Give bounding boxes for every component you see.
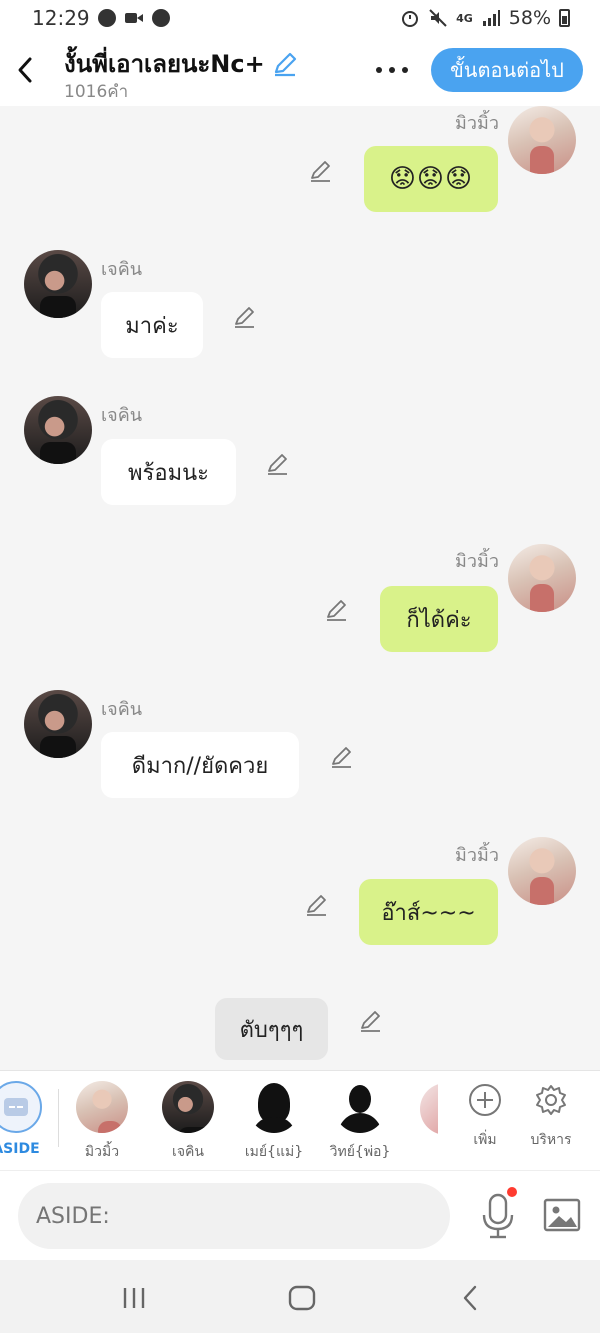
avatar — [508, 544, 576, 612]
sender-name: เจคิน — [101, 259, 143, 280]
edit-message-icon[interactable] — [308, 158, 334, 184]
dot — [402, 67, 408, 73]
divider — [58, 1089, 59, 1147]
avatar — [24, 396, 92, 464]
aside-avatar — [0, 1081, 42, 1133]
sender-name: มิวมิ้ว — [455, 113, 499, 134]
manage-button[interactable]: บริหาร — [521, 1083, 581, 1151]
avatar — [508, 106, 576, 174]
input-bar — [0, 1170, 600, 1260]
mute-icon — [429, 9, 447, 27]
image-icon[interactable] — [542, 1195, 582, 1235]
recent-apps-button[interactable] — [104, 1278, 164, 1318]
home-button[interactable] — [272, 1278, 332, 1318]
character-bar: ASIDE มิวมิ้ว เจคิน เมย์{แม่} วิทย์{พ่อ}… — [0, 1070, 600, 1170]
character-label: มิวมิ้ว — [84, 1144, 120, 1160]
character-jakin[interactable]: เจคิน — [148, 1081, 228, 1163]
word-count: 1016คำ — [64, 82, 129, 102]
message-text: 😟😟😟 — [388, 164, 474, 194]
avatar — [508, 837, 576, 905]
edit-message-icon[interactable] — [358, 1008, 384, 1034]
edit-message-icon[interactable] — [324, 597, 350, 623]
edit-message-icon[interactable] — [304, 892, 330, 918]
signal-icon — [482, 10, 500, 26]
sender-name: เจคิน — [101, 699, 143, 720]
man-silhouette-icon — [334, 1081, 386, 1133]
network-type: 4G — [456, 11, 473, 25]
add-label: เพิ่ม — [473, 1132, 497, 1148]
message-text: ก็ได้ค่ะ — [406, 607, 472, 633]
add-character-button[interactable]: เพิ่ม — [455, 1083, 515, 1151]
message-bubble[interactable]: อ๊าส์~~~ — [359, 879, 498, 945]
narration-bubble[interactable]: ตับๆๆๆ — [215, 998, 328, 1060]
battery-percent: 58% — [508, 7, 551, 29]
avatar — [76, 1081, 128, 1133]
message-text: มาค่ะ — [125, 313, 179, 339]
sender-name: เจคิน — [101, 405, 143, 426]
messenger-icon — [97, 9, 116, 27]
status-left: 12:29 — [32, 6, 170, 30]
character-may[interactable]: เมย์{แม่} — [234, 1081, 314, 1163]
microphone-icon[interactable] — [476, 1191, 520, 1241]
chevron-left-icon — [463, 1285, 477, 1311]
avatar — [162, 1081, 214, 1133]
system-nav-bar — [0, 1260, 600, 1333]
recording-dot — [507, 1187, 517, 1197]
system-back-button[interactable] — [440, 1278, 500, 1318]
plus-circle-icon — [469, 1084, 501, 1116]
character-mewmew[interactable]: มิวมิ้ว — [62, 1081, 142, 1163]
message-bubble[interactable]: มาค่ะ — [101, 292, 203, 358]
more-options-button[interactable] — [372, 58, 412, 82]
message-text: พร้อมนะ — [128, 460, 209, 486]
gear-icon — [536, 1085, 566, 1115]
alarm-icon — [402, 11, 419, 27]
status-bar: 12:29 4G 58% — [0, 0, 600, 36]
edit-message-icon[interactable] — [329, 744, 355, 770]
message-text: ตับๆๆๆ — [239, 1017, 304, 1043]
message-text: ดีมาก//ยัดควย — [131, 753, 269, 779]
next-step-button[interactable]: ขั้นตอนต่อไป — [431, 48, 583, 92]
character-wit[interactable]: วิทย์{พ่อ} — [320, 1081, 400, 1163]
chevron-left-icon — [18, 57, 32, 83]
woman-silhouette-icon — [248, 1081, 300, 1133]
character-label: เจคิน — [172, 1144, 204, 1160]
clock: 12:29 — [32, 6, 90, 30]
chat-header: งั้นพี่เอาเลยนะNc+ 1016คำ ขั้นตอนต่อไป — [0, 36, 600, 106]
avatar — [24, 250, 92, 318]
sender-name: มิวมิ้ว — [455, 551, 499, 572]
recent-apps-icon — [123, 1288, 145, 1308]
message-input[interactable] — [18, 1183, 450, 1249]
back-button[interactable] — [10, 50, 40, 90]
message-bubble[interactable]: 😟😟😟 — [364, 146, 498, 212]
message-bubble[interactable]: ก็ได้ค่ะ — [380, 586, 498, 652]
character-label: เมย์{แม่} — [244, 1144, 304, 1160]
manage-label: บริหาร — [530, 1132, 572, 1148]
messenger-icon-2 — [151, 9, 170, 27]
edit-title-icon[interactable] — [271, 50, 299, 78]
character-label: วิทย์{พ่อ} — [329, 1144, 391, 1160]
sender-name: มิวมิ้ว — [455, 845, 499, 866]
chat-area[interactable]: มิวมิ้ว 😟😟😟 เจคิน มาค่ะ เจคิน พร้อมนะ มิ… — [0, 106, 600, 1070]
character-label: ASIDE — [0, 1141, 40, 1157]
home-icon — [288, 1285, 316, 1311]
more-characters-peek[interactable] — [420, 1083, 438, 1135]
avatar — [420, 1083, 438, 1135]
message-bubble[interactable]: พร้อมนะ — [101, 439, 236, 505]
aside-icon — [4, 1098, 28, 1116]
dot — [389, 67, 395, 73]
character-aside[interactable]: ASIDE — [0, 1081, 56, 1157]
message-bubble[interactable]: ดีมาก//ยัดควย — [101, 732, 299, 798]
dot — [376, 67, 382, 73]
message-text: อ๊าส์~~~ — [381, 900, 476, 926]
avatar — [24, 690, 92, 758]
edit-message-icon[interactable] — [265, 451, 291, 477]
status-right: 4G 58% — [400, 7, 570, 29]
edit-message-icon[interactable] — [232, 304, 258, 330]
video-icon — [124, 13, 143, 23]
battery-icon — [559, 9, 570, 27]
